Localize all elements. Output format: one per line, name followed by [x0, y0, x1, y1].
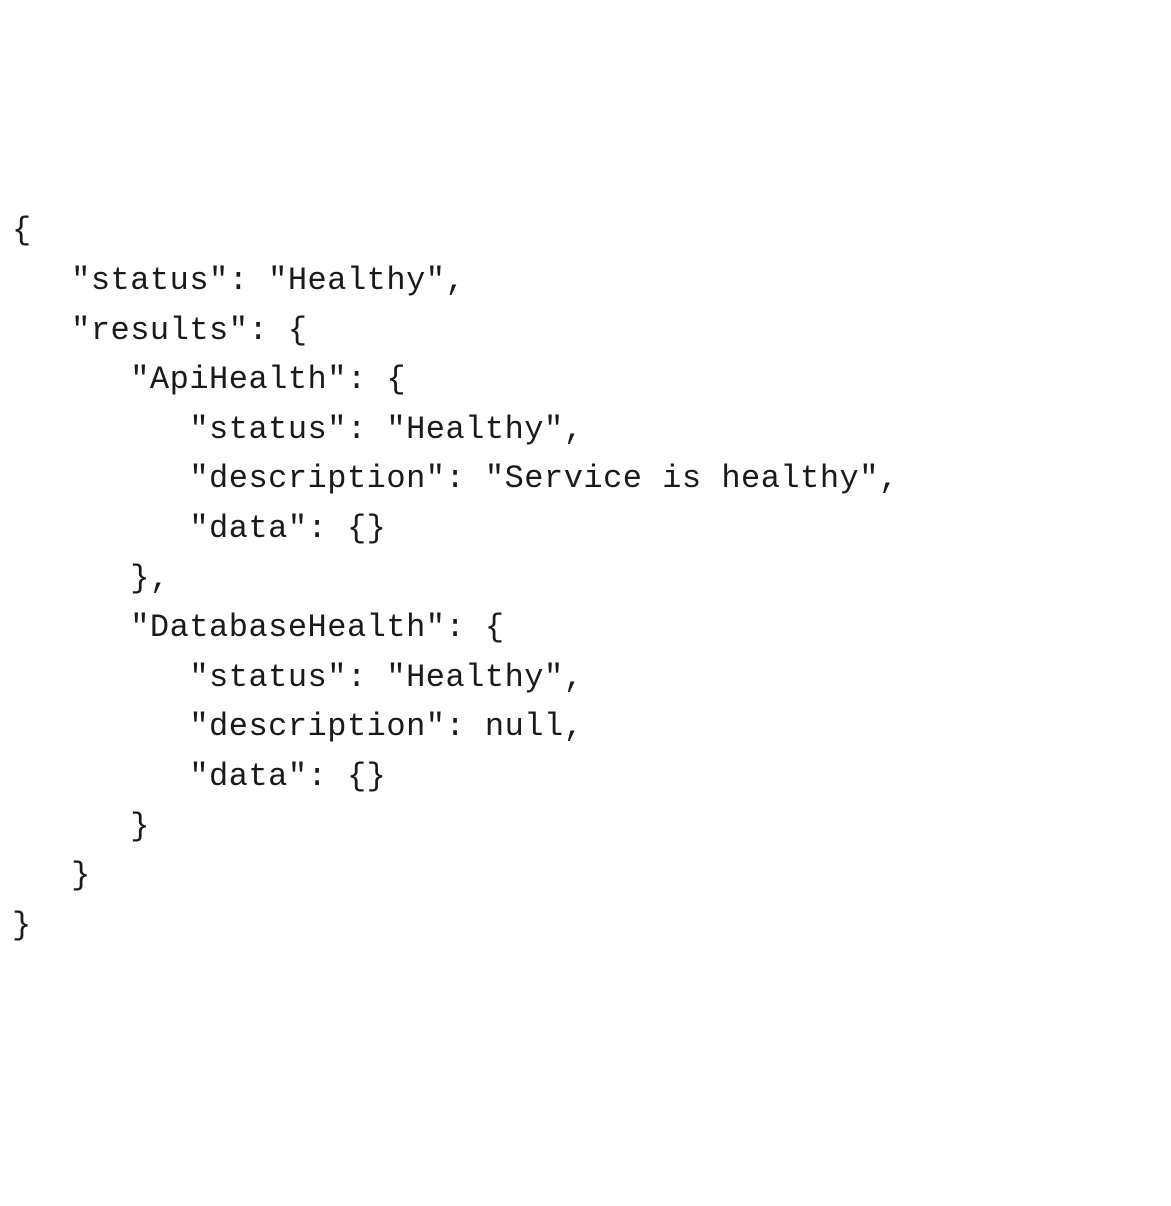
code-line: }, — [12, 554, 1159, 604]
code-line: "status": "Healthy", — [12, 256, 1159, 306]
code-line: { — [12, 206, 1159, 256]
code-line: "data": {} — [12, 752, 1159, 802]
code-line: "results": { — [12, 306, 1159, 356]
code-line: "description": "Service is healthy", — [12, 454, 1159, 504]
code-line: } — [12, 901, 1159, 951]
json-code-block: { "status": "Healthy", "results": { "Api… — [12, 206, 1159, 950]
code-line: "status": "Healthy", — [12, 653, 1159, 703]
code-line: } — [12, 851, 1159, 901]
code-line: "ApiHealth": { — [12, 355, 1159, 405]
code-line: "data": {} — [12, 504, 1159, 554]
code-line: "description": null, — [12, 702, 1159, 752]
code-line: "DatabaseHealth": { — [12, 603, 1159, 653]
code-line: "status": "Healthy", — [12, 405, 1159, 455]
